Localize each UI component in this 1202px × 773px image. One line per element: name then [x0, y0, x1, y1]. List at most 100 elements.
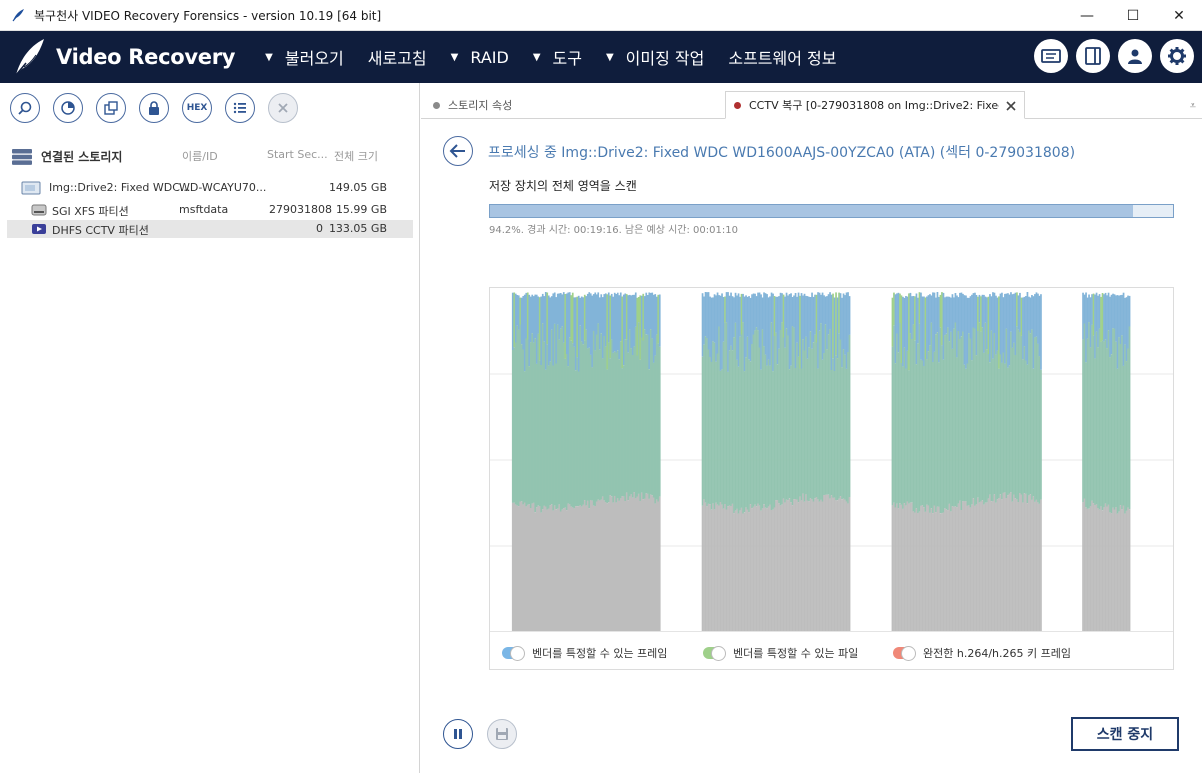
- chart-area-slice-base: [1037, 502, 1039, 631]
- chart-area-slice-base: [622, 496, 625, 631]
- chart-area-slice-base: [1001, 499, 1003, 631]
- lock-button[interactable]: [139, 93, 169, 123]
- chart-area-slice-base: [996, 499, 999, 631]
- scan-button[interactable]: [53, 93, 83, 123]
- panel-button[interactable]: [1076, 39, 1110, 73]
- menu-open[interactable]: ▼ 불러오기: [265, 45, 344, 69]
- chart-area-slice-mid: [773, 336, 776, 508]
- chart-area-slice-mid: [709, 357, 711, 504]
- chart-area-slice-top: [761, 297, 764, 330]
- chart-area-slice-base: [999, 494, 1002, 631]
- chart-area-slice-mid: [814, 334, 816, 499]
- chart-area-slice-mid: [640, 337, 643, 493]
- chart-area-slice-top: [511, 292, 514, 350]
- chart-area-slice-base: [897, 508, 900, 631]
- chart-area-slice-base: [824, 494, 827, 631]
- chart-area-slice-base: [547, 508, 550, 631]
- files-button[interactable]: [96, 93, 126, 123]
- column-total-size[interactable]: 전체 크기: [334, 148, 378, 164]
- chart-area-slice-top: [612, 296, 615, 353]
- chart-area-slice-top: [821, 292, 824, 360]
- tab-storage-properties[interactable]: 스토리지 속성: [433, 91, 723, 119]
- chart-area-slice-base: [1095, 504, 1098, 631]
- chart-area-slice-base: [764, 507, 767, 631]
- chart-area-slice-mid: [764, 354, 767, 508]
- legend-item-vendor-frames[interactable]: 벤더를 특정할 수 있는 프레임: [502, 645, 667, 661]
- column-name-id[interactable]: 이름/ID: [182, 148, 218, 164]
- chart-area-slice-top: [773, 296, 776, 336]
- chart-area-slice-top: [942, 292, 945, 360]
- tab-cctv-recovery[interactable]: CCTV 복구 [0-279031808 on Img::Drive2: Fix…: [725, 91, 1025, 119]
- settings-button[interactable]: [1160, 39, 1194, 73]
- chart-area-slice-mid: [704, 336, 707, 503]
- user-button[interactable]: [1118, 39, 1152, 73]
- close-window-button[interactable]: ✕: [1156, 0, 1202, 31]
- back-button[interactable]: [443, 136, 473, 166]
- chart-area-slice-base: [713, 509, 716, 631]
- chart-area-slice-mid: [1082, 339, 1084, 503]
- chart-area-slice-base: [592, 505, 595, 631]
- hex-button[interactable]: HEX: [182, 93, 212, 123]
- maximize-button[interactable]: ☐: [1110, 0, 1156, 31]
- storage-row-drive[interactable]: Img::Drive2: Fixed WDC... WD-WCAYU70... …: [7, 179, 413, 197]
- chart-area-slice-base: [640, 492, 643, 631]
- chart-area-slice-top: [728, 295, 731, 351]
- chart-area-slice-mid: [766, 365, 768, 509]
- chart-area-slice-base: [1005, 498, 1008, 631]
- chart-area-slice-mid: [1035, 336, 1038, 500]
- chart-area-slice-mid: [803, 350, 806, 502]
- chart-area-slice-top: [1104, 292, 1107, 340]
- tab-list-icon[interactable]: ⩡: [1190, 99, 1196, 113]
- search-button[interactable]: [10, 93, 40, 123]
- chart-area-slice-base: [978, 502, 981, 631]
- chart-area-slice-mid: [981, 327, 984, 501]
- chart-area-slice-top: [769, 296, 771, 366]
- menu-tools[interactable]: ▼ 도구: [533, 45, 582, 69]
- menu-about[interactable]: 소프트웨어 정보: [728, 45, 836, 69]
- chart-area-slice-base: [808, 501, 810, 631]
- chart-area-slice-top: [805, 295, 807, 337]
- chart-area-slice-base: [788, 498, 791, 631]
- legend-item-keyframes[interactable]: 완전한 h.264/h.265 키 프레임: [893, 645, 1071, 661]
- chart-area-slice-base: [751, 508, 753, 631]
- menu-raid[interactable]: ▼ RAID: [451, 48, 509, 67]
- chart-area-slice-mid: [1004, 363, 1006, 493]
- chart-area-slice-mid: [595, 334, 598, 502]
- toggle-vendor-frames[interactable]: [502, 646, 525, 661]
- pause-button[interactable]: [443, 719, 473, 749]
- menu-refresh[interactable]: 새로고침: [368, 45, 427, 69]
- chart-area-slice-mid: [1037, 343, 1039, 503]
- log-button[interactable]: [1034, 39, 1068, 73]
- column-start-sector[interactable]: Start Sec...: [267, 148, 328, 161]
- chart-area-slice-base: [1008, 493, 1011, 631]
- chart-area-slice-mid: [552, 365, 555, 511]
- list-button[interactable]: [225, 93, 255, 123]
- storage-row-xfs[interactable]: SGI XFS 파티션 msftdata 279031808 15.99 GB: [7, 201, 413, 219]
- chart-area-slice-base: [618, 500, 621, 631]
- chart-area-slice-mid: [631, 355, 634, 498]
- chart-area-slice-base: [1103, 507, 1105, 631]
- chart-area-slice-top: [1032, 296, 1035, 369]
- chart-area-slice-base: [522, 504, 525, 631]
- chart-area-slice-base: [926, 504, 928, 631]
- chart-area-slice-top: [826, 296, 828, 350]
- chart-area-slice-base: [734, 510, 737, 631]
- minimize-button[interactable]: —: [1064, 0, 1110, 31]
- save-button[interactable]: [487, 719, 517, 749]
- toggle-vendor-files[interactable]: [703, 646, 726, 661]
- menu-imaging[interactable]: ▼ 이미징 작업: [606, 45, 704, 69]
- chart-area-slice-mid: [805, 336, 807, 495]
- chart-area-slice-top: [1022, 297, 1024, 360]
- chart-area-slice-base: [582, 504, 585, 631]
- chart-area-slice-mid: [1101, 340, 1104, 511]
- storage-row-dhfs[interactable]: DHFS CCTV 파티션 0 133.05 GB: [7, 220, 413, 238]
- close-tab-icon[interactable]: [1006, 101, 1016, 111]
- close-button[interactable]: [268, 93, 298, 123]
- chart-area-slice-base: [733, 513, 735, 631]
- legend-item-vendor-files[interactable]: 벤더를 특정할 수 있는 파일: [703, 645, 858, 661]
- stop-scan-button[interactable]: 스캔 중지: [1071, 717, 1179, 751]
- chart-area-slice-mid: [965, 368, 967, 502]
- toggle-keyframes[interactable]: [893, 646, 916, 661]
- chart-area-slice-top: [529, 296, 532, 343]
- chart-area-slice-top: [517, 295, 520, 330]
